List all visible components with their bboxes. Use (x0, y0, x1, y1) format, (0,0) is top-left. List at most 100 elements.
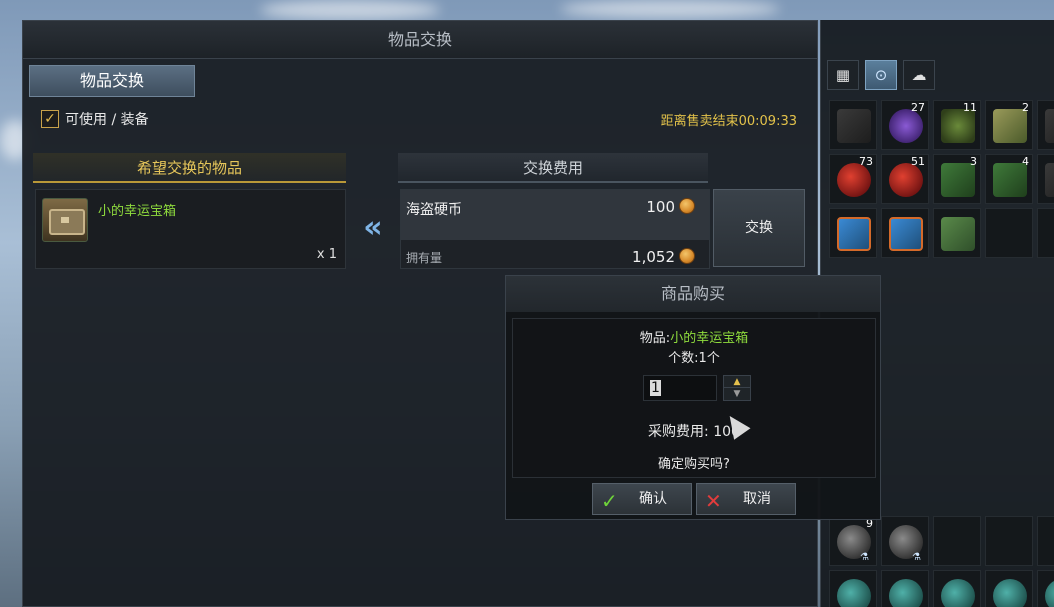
inventory-slot[interactable] (1037, 154, 1054, 204)
inventory-slot[interactable]: 73 (829, 154, 877, 204)
dialog-body: 物品:小的幸运宝箱 个数:1个 1 ▲ ▼ 采购费用: 100 确定购买吗? (512, 318, 876, 478)
quantity-value: 1 (650, 380, 661, 396)
inventory-slot[interactable] (985, 516, 1033, 566)
chevron-up-icon[interactable]: ▲ (724, 376, 750, 388)
dialog-count: 个数:1个 (668, 351, 720, 366)
teal-item-icon (889, 579, 923, 607)
check-icon: ✓ (601, 489, 618, 513)
slot-count: 2 (1022, 101, 1029, 114)
wanted-item-name: 小的幸运宝箱 (98, 204, 177, 219)
inventory-slot[interactable]: 9 ⚗ (829, 516, 877, 566)
dialog-item-name: 小的幸运宝箱 (670, 331, 749, 346)
bag-icon[interactable]: ⊙ (865, 60, 897, 90)
dark-item-icon (837, 109, 871, 143)
inventory-slot[interactable]: 3 (933, 154, 981, 204)
inventory-slot[interactable] (933, 208, 981, 258)
gift-item-icon (889, 217, 923, 251)
inventory-slot[interactable]: 4 (985, 154, 1033, 204)
confirm-button[interactable]: ✓ 确认 (592, 483, 692, 515)
inventory-slot[interactable] (985, 570, 1033, 607)
inventory-slot[interactable] (881, 570, 929, 607)
inventory-slot[interactable]: ⚗ (881, 516, 929, 566)
dialog-cost: 采购费用: 100 (648, 424, 740, 440)
inventory-slot[interactable]: 51 (881, 154, 929, 204)
dialog-title: 商品购买 (506, 276, 880, 312)
currency-name: 海盗硬币 (406, 202, 462, 218)
treasure-chest-icon (42, 198, 88, 242)
inventory-slot[interactable] (933, 570, 981, 607)
dialog-item-line: 物品:小的幸运宝箱 (513, 327, 875, 346)
flask-icon: ⚗ (860, 552, 869, 563)
cloud-icon[interactable]: ☁ (903, 60, 935, 90)
teal-item-icon (837, 579, 871, 607)
purple-item-icon (889, 109, 923, 143)
coin-icon (679, 198, 695, 214)
dialog-item-prefix: 物品: (639, 331, 671, 346)
green-item-icon (993, 163, 1027, 197)
inventory-slot[interactable]: 2 (985, 100, 1033, 150)
inventory-tabs: ▦ ⊙ ☁ (827, 60, 935, 90)
flask-icon: ⚗ (912, 552, 921, 563)
usable-filter[interactable]: ✓ 可使用 / 装备 (41, 109, 149, 129)
purchase-dialog: 商品购买 物品:小的幸运宝箱 个数:1个 1 ▲ ▼ 采购费用: 100 确定购… (505, 275, 881, 520)
leaf-item-icon (993, 109, 1027, 143)
inventory-slot[interactable] (829, 208, 877, 258)
inventory-slot[interactable] (1037, 570, 1054, 607)
cancel-label: 取消 (743, 491, 771, 507)
wanted-items-header: 希望交换的物品 (33, 153, 346, 183)
owned-amount: 1,052 (632, 248, 675, 266)
wanted-item-quantity: x 1 (316, 247, 337, 262)
red-item-icon (837, 163, 871, 197)
coin-icon (679, 248, 695, 264)
map-item-icon (941, 217, 975, 251)
dialog-confirm-question: 确定购买吗? (658, 457, 730, 472)
inventory-slot[interactable]: 11 (933, 100, 981, 150)
inventory-slot[interactable] (1037, 516, 1054, 566)
slot-count: 11 (963, 101, 977, 114)
inventory-grid-lower: 9 ⚗ ⚗ (829, 516, 1054, 607)
quantity-input[interactable]: 1 (643, 375, 717, 401)
slot-count: 4 (1022, 155, 1029, 168)
wanted-item-row[interactable]: 小的幸运宝箱 x 1 (35, 189, 346, 269)
cost-panel: 海盗硬币 100 拥有量 1,052 (400, 189, 710, 269)
inventory-slot[interactable] (881, 208, 929, 258)
window-title: 物品交换 (23, 21, 817, 59)
slot-count: 73 (859, 155, 873, 168)
inventory-slot[interactable] (985, 208, 1033, 258)
green-item-icon (941, 163, 975, 197)
teal-item-icon (993, 579, 1027, 607)
inventory-slot[interactable] (829, 100, 877, 150)
teal-item-icon (1045, 579, 1054, 607)
sale-timer: 距离售卖结束00:09:33 (660, 114, 797, 129)
usable-checkbox[interactable]: ✓ (41, 110, 59, 128)
red-item-icon (889, 163, 923, 197)
owned-label: 拥有量 (406, 251, 443, 265)
inventory-slot[interactable] (1037, 208, 1054, 258)
quantity-stepper[interactable]: ▲ ▼ (723, 375, 751, 401)
inventory-slot[interactable] (829, 570, 877, 607)
slot-count: 51 (911, 155, 925, 168)
inventory-slot[interactable] (1037, 100, 1054, 150)
cloud-decoration (560, 0, 780, 18)
confirm-label: 确认 (639, 491, 667, 507)
double-chevron-left-icon: « (363, 210, 383, 245)
teal-item-icon (941, 579, 975, 607)
cost-amount: 100 (646, 198, 675, 216)
inventory-grid: 27 11 2 73 51 3 4 (829, 100, 1054, 258)
slot-count: 3 (970, 155, 977, 168)
usable-filter-label: 可使用 / 装备 (65, 112, 149, 128)
tab-item-exchange[interactable]: 物品交换 (29, 65, 195, 97)
slot-count: 27 (911, 101, 925, 114)
chevron-down-icon[interactable]: ▼ (724, 388, 750, 400)
grid-icon[interactable]: ▦ (827, 60, 859, 90)
cloud-decoration (260, 0, 440, 20)
exchange-cost-header: 交换费用 (398, 153, 708, 183)
dark-item-icon (1045, 109, 1054, 143)
inventory-slot[interactable] (933, 516, 981, 566)
gift-item-icon (837, 217, 871, 251)
exchange-button[interactable]: 交换 (713, 189, 805, 267)
herb-item-icon (941, 109, 975, 143)
inventory-slot[interactable]: 27 (881, 100, 929, 150)
cancel-button[interactable]: ✕ 取消 (696, 483, 796, 515)
dark-item-icon (1045, 163, 1054, 197)
